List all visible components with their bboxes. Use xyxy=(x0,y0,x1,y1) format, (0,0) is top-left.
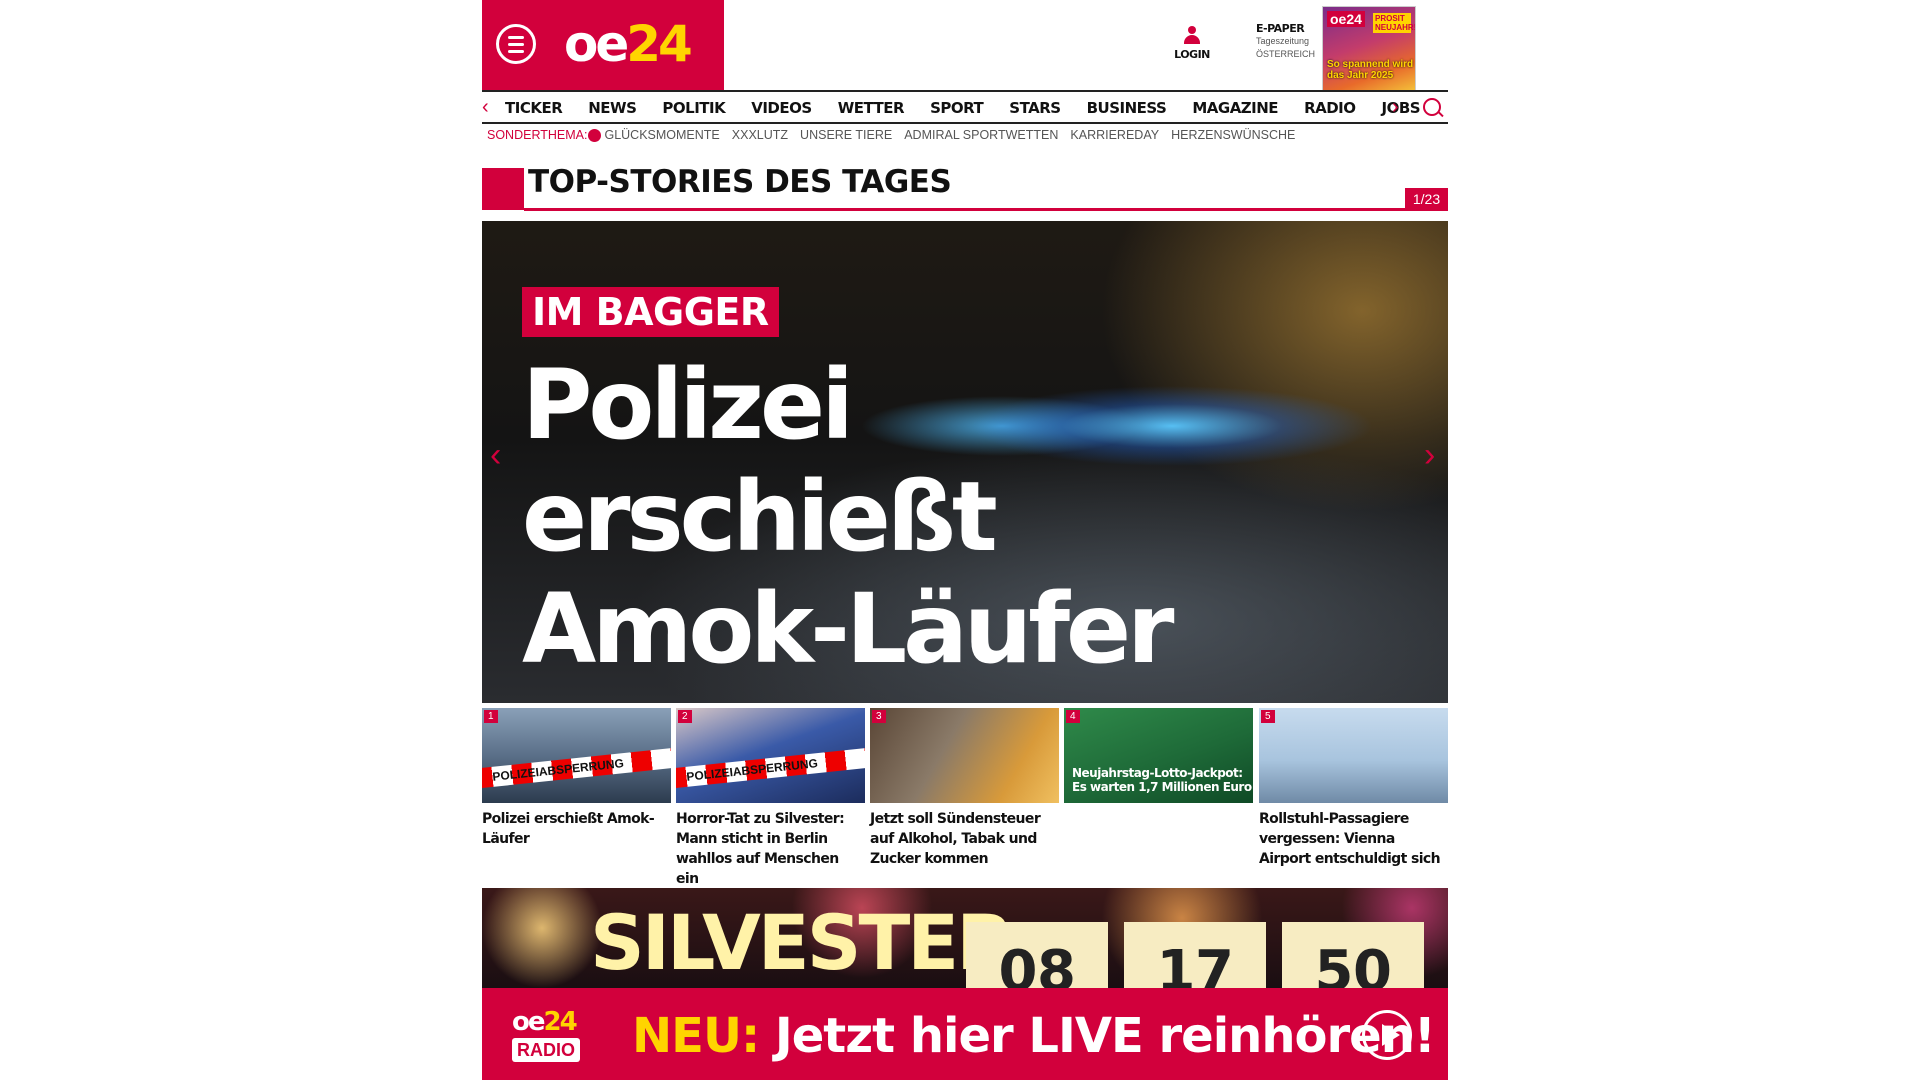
nav-item-videos[interactable]: VIDEOS xyxy=(751,99,812,117)
radio-logo-24: 24 xyxy=(543,1007,578,1037)
thumb-number: 2 xyxy=(678,710,692,723)
thumb-caption[interactable]: Jetzt soll Sündensteuer auf Alkohol, Tab… xyxy=(870,809,1059,869)
radio-tag: RADIO xyxy=(512,1038,580,1062)
story-thumb[interactable]: POLIZEIABSPERRUNG 1 Polizei erschießt Am… xyxy=(482,708,671,849)
slide-counter: 1/23 xyxy=(1405,188,1448,210)
main-nav: ‹ TICKER NEWS POLITIK VIDEOS WETTER SPOR… xyxy=(482,90,1448,124)
topic-unsere-tiere[interactable]: UNSERE TIERE xyxy=(800,128,892,142)
thumb-caption[interactable]: Rollstuhl-Passagiere vergessen: Vienna A… xyxy=(1259,809,1448,869)
nav-item-politik[interactable]: POLITIK xyxy=(662,99,725,117)
epaper-line1: Tageszeitung xyxy=(1256,36,1310,46)
section-title: TOP-STORIES DES TAGES xyxy=(528,164,952,200)
topic-admiral-sportwetten[interactable]: ADMIRAL SPORTWETTEN xyxy=(904,128,1058,142)
site-logo[interactable]: oe24 xyxy=(564,15,693,73)
epaper-title: E-PAPER xyxy=(1256,22,1305,35)
radio-banner[interactable]: oe24 RADIO NEU: Jetzt hier LIVE reinhöre… xyxy=(482,988,1448,1080)
thumb-number: 1 xyxy=(484,710,498,723)
section-divider xyxy=(524,208,1448,211)
login-button[interactable]: LOGIN xyxy=(1162,26,1222,61)
login-label: LOGIN xyxy=(1174,48,1210,61)
nav-left-arrow-icon[interactable]: ‹ xyxy=(482,96,489,119)
hero-headline-line: Polizei xyxy=(522,349,854,461)
nav-item-magazine[interactable]: MAGAZINE xyxy=(1192,99,1278,117)
story-thumb[interactable]: 5 Rollstuhl-Passagiere vergessen: Vienna… xyxy=(1259,708,1448,869)
epaper-line2: ÖSTERREICH xyxy=(1256,49,1316,59)
radio-message: NEU: Jetzt hier LIVE reinhören! xyxy=(632,1008,1436,1064)
thumb-caption[interactable]: Horror-Tat zu Silvester: Mann sticht in … xyxy=(676,809,865,889)
radio-logo-oe: oe xyxy=(512,1007,545,1037)
section-accent xyxy=(482,168,524,210)
hero-story[interactable]: IM BAGGER Polizei erschießt Amok-Läufer … xyxy=(482,221,1448,703)
nav-item-stars[interactable]: STARS xyxy=(1009,99,1061,117)
menu-icon[interactable] xyxy=(496,24,536,64)
thumb-overlay-text: Neujahrstag-Lotto-Jackpot: Es warten 1,7… xyxy=(1072,766,1252,794)
topic-herzenswuensche[interactable]: HERZENSWÜNSCHE xyxy=(1171,128,1295,142)
countdown-hours: 08 xyxy=(966,922,1108,988)
topic-xxxlutz[interactable]: XXXLUTZ xyxy=(732,128,788,142)
nav-item-radio[interactable]: RADIO xyxy=(1304,99,1356,117)
thumb-number: 3 xyxy=(872,710,886,723)
nav-item-sport[interactable]: SPORT xyxy=(930,99,984,117)
thumb-tape-text: POLIZEIABSPERRUNG xyxy=(482,747,671,789)
hero-prev-arrow-icon[interactable]: ‹ xyxy=(490,436,501,475)
story-thumbs: POLIZEIABSPERRUNG 1 Polizei erschießt Am… xyxy=(482,708,1448,887)
thumb-number: 5 xyxy=(1261,710,1275,723)
radio-neu-label: NEU: xyxy=(632,1008,760,1064)
logo-part-24: 24 xyxy=(626,15,693,73)
search-icon[interactable] xyxy=(1423,98,1441,116)
thumb-image: Neujahrstag-Lotto-Jackpot: Es warten 1,7… xyxy=(1064,708,1253,803)
silvester-title: SILVESTER xyxy=(590,898,1015,987)
nav-item-news[interactable]: NEWS xyxy=(588,99,637,117)
story-thumb[interactable]: Neujahrstag-Lotto-Jackpot: Es warten 1,7… xyxy=(1064,708,1253,809)
hero-headline[interactable]: Polizei erschießt Amok-Läufer xyxy=(522,349,1174,685)
play-icon[interactable] xyxy=(1362,1010,1412,1060)
thumb-image: 5 xyxy=(1259,708,1448,803)
story-thumb[interactable]: POLIZEIABSPERRUNG 2 Horror-Tat zu Silves… xyxy=(676,708,865,889)
nav-item-business[interactable]: BUSINESS xyxy=(1087,99,1167,117)
hero-kicker: IM BAGGER xyxy=(522,287,779,337)
nav-item-jobs[interactable]: JOBS xyxy=(1382,99,1421,117)
logo-part-oe: oe xyxy=(564,15,629,73)
epaper-link[interactable]: E-PAPER Tageszeitung ÖSTERREICH xyxy=(1256,22,1315,61)
nav-right-arrow-icon[interactable]: › xyxy=(1392,96,1399,119)
topic-gluecksmomente[interactable]: GLÜCKSMOMENTE xyxy=(604,128,719,142)
thumb-image: POLIZEIABSPERRUNG 2 xyxy=(676,708,865,803)
radio-logo: oe24 xyxy=(512,1007,578,1037)
header-logo-box: oe24 xyxy=(482,0,724,90)
hero-next-arrow-icon[interactable]: › xyxy=(1424,436,1435,475)
hero-headline-line: Amok-Läufer xyxy=(522,573,1174,685)
cover-headline: So spannend wird das Jahr 2025 xyxy=(1327,59,1414,81)
nav-items: TICKER NEWS POLITIK VIDEOS WETTER SPORT … xyxy=(505,99,1446,117)
gluecksmomente-icon xyxy=(588,128,602,142)
cover-brand: oe24 xyxy=(1327,11,1365,27)
story-thumb[interactable]: 3 Jetzt soll Sündensteuer auf Alkohol, T… xyxy=(870,708,1059,869)
user-icon xyxy=(1184,26,1200,46)
topic-karriereday[interactable]: KARRIEREDAY xyxy=(1070,128,1159,142)
silvester-banner[interactable]: SILVESTER 08 17 50 xyxy=(482,888,1448,988)
thumb-caption[interactable]: Polizei erschießt Amok-Läufer xyxy=(482,809,671,849)
thumb-tape-text: POLIZEIABSPERRUNG xyxy=(676,747,865,789)
countdown-seconds: 50 xyxy=(1282,922,1424,988)
nav-item-wetter[interactable]: WETTER xyxy=(838,99,905,117)
countdown-minutes: 17 xyxy=(1124,922,1266,988)
hero-headline-line: erschießt xyxy=(522,461,998,573)
thumb-number: 4 xyxy=(1066,710,1080,723)
nav-item-ticker[interactable]: TICKER xyxy=(505,99,563,117)
thumb-image: 3 xyxy=(870,708,1059,803)
epaper-cover[interactable]: oe24 PROSIT NEUJAHR! So spannend wird da… xyxy=(1322,6,1416,92)
thumb-image: POLIZEIABSPERRUNG 1 xyxy=(482,708,671,803)
cover-badge: PROSIT NEUJAHR! xyxy=(1373,13,1416,33)
topics-bar: SONDERTHEMA: GLÜCKSMOMENTE XXXLUTZ UNSER… xyxy=(487,128,1307,142)
radio-message-text: Jetzt hier LIVE reinhören! xyxy=(774,1008,1436,1064)
topics-label: SONDERTHEMA: xyxy=(487,128,588,142)
page: oe24 LOGIN E-PAPER Tageszeitung ÖSTERREI… xyxy=(482,0,1448,1080)
